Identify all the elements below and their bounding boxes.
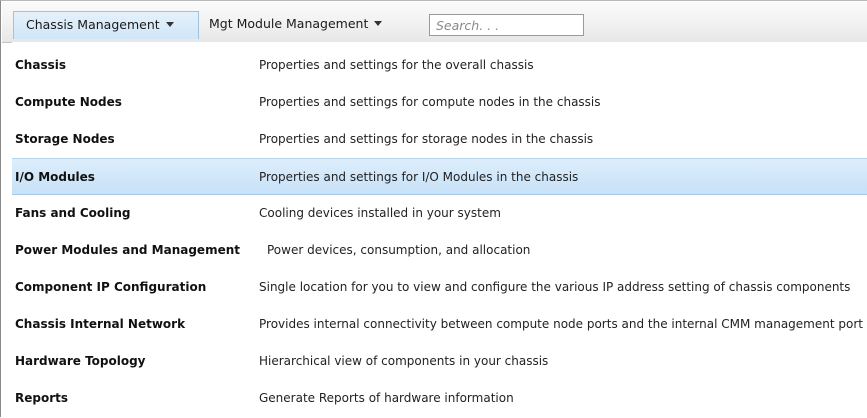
menu-item-description: Hierarchical view of components in your …: [259, 354, 549, 368]
menu-item-title: Hardware Topology: [15, 354, 146, 368]
menu-item-chassis-internal-network[interactable]: Chassis Internal Network Provides intern…: [12, 306, 867, 343]
mgt-module-management-menu-label: Mgt Module Management: [209, 16, 369, 31]
menu-item-title: Fans and Cooling: [15, 206, 131, 220]
menu-item-description: Generate Reports of hardware information: [259, 391, 514, 405]
menu-item-title: Reports: [15, 391, 69, 405]
chassis-management-dropdown: Chassis Properties and settings for the …: [12, 42, 867, 418]
window-frame: Chassis Management Mgt Module Management…: [0, 0, 867, 418]
menu-item-description: Power devices, consumption, and allocati…: [267, 243, 531, 257]
chevron-down-icon: [165, 22, 174, 27]
menu-item-title: Compute Nodes: [15, 95, 122, 109]
menu-item-description: Properties and settings for compute node…: [259, 95, 601, 109]
menu-item-title: Component IP Configuration: [15, 280, 207, 294]
chassis-management-menu[interactable]: Chassis Management: [13, 11, 199, 39]
menu-item-io-modules[interactable]: I/O Modules Properties and settings for …: [12, 158, 867, 195]
menu-item-fans-and-cooling[interactable]: Fans and Cooling Cooling devices install…: [12, 195, 867, 232]
menu-item-description: Properties and settings for storage node…: [259, 132, 594, 146]
menubar: Chassis Management Mgt Module Management: [2, 2, 867, 43]
menu-item-description: Properties and settings for I/O Modules …: [259, 170, 579, 184]
chevron-down-icon: [374, 21, 383, 26]
menu-item-title: Power Modules and Management: [15, 243, 240, 257]
menu-item-chassis[interactable]: Chassis Properties and settings for the …: [12, 47, 867, 84]
menu-item-storage-nodes[interactable]: Storage Nodes Properties and settings fo…: [12, 121, 867, 158]
mgt-module-management-menu[interactable]: Mgt Module Management: [201, 11, 411, 39]
menu-item-title: Storage Nodes: [15, 132, 115, 146]
menu-item-description: Cooling devices installed in your system: [259, 206, 501, 220]
menu-item-compute-nodes[interactable]: Compute Nodes Properties and settings fo…: [12, 84, 867, 121]
menu-item-description: Properties and settings for the overall …: [259, 58, 534, 72]
menu-item-description: Provides internal connectivity between c…: [259, 317, 863, 331]
menu-item-title: Chassis Internal Network: [15, 317, 186, 331]
menu-item-component-ip-configuration[interactable]: Component IP Configuration Single locati…: [12, 269, 867, 306]
menu-item-power-modules-and-management[interactable]: Power Modules and Management Power devic…: [12, 232, 867, 269]
menu-item-description: Single location for you to view and conf…: [259, 280, 851, 294]
menu-item-title: Chassis: [15, 58, 66, 72]
search-input[interactable]: [429, 14, 584, 36]
menu-item-reports[interactable]: Reports Generate Reports of hardware inf…: [12, 380, 867, 417]
menu-item-title: I/O Modules: [15, 170, 95, 184]
chassis-management-menu-label: Chassis Management: [26, 17, 160, 32]
menu-item-hardware-topology[interactable]: Hardware Topology Hierarchical view of c…: [12, 343, 867, 380]
